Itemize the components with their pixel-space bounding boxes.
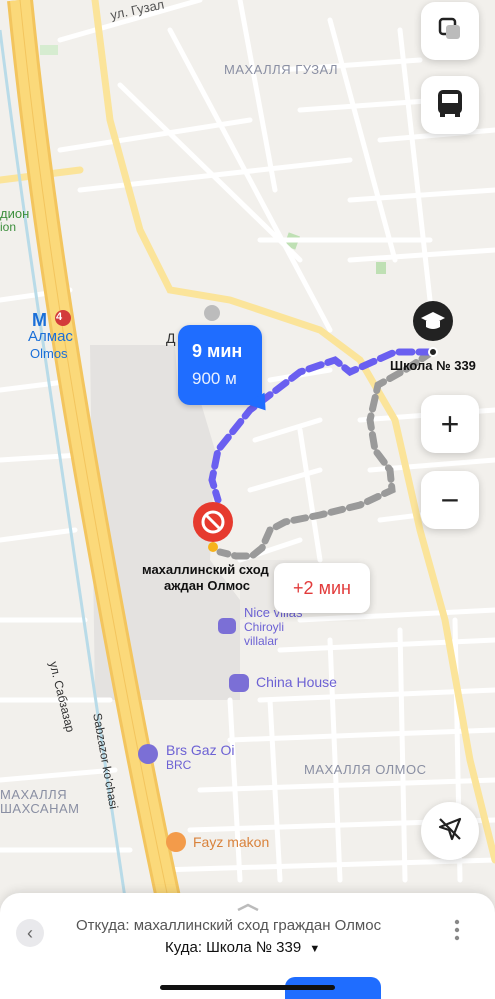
svg-text:M: M xyxy=(32,310,47,330)
zoom-out-button[interactable]: − xyxy=(421,471,479,529)
district-label: МАХАЛЛЯ ОЛМОС xyxy=(304,762,427,777)
to-label: Куда: Школа № 339 xyxy=(165,939,302,956)
poi-label: Chiroyli xyxy=(244,620,285,634)
destination-label: Школа № 339 xyxy=(390,358,476,373)
bus-icon xyxy=(434,87,466,124)
cafe-icon xyxy=(166,832,186,852)
poi-label[interactable]: Fayz makon xyxy=(193,834,269,850)
back-button[interactable]: ‹ xyxy=(16,919,44,947)
district-label: МАХАЛЛЯ ГУЗАЛ xyxy=(224,62,339,77)
more-icon[interactable] xyxy=(454,919,464,946)
sheet-handle[interactable] xyxy=(236,898,260,912)
poi-sublabel: BRC xyxy=(166,758,192,772)
poi-icon xyxy=(204,305,220,321)
poi-label[interactable]: Brs Gaz Oi xyxy=(166,742,234,758)
route-sheet[interactable]: ‹ Откуда: махаллинский сход граждан Олмо… xyxy=(0,893,495,999)
briefcase-icon xyxy=(218,618,236,634)
minus-icon: − xyxy=(440,481,460,518)
poi-label: villalar xyxy=(244,634,279,648)
stadium-label: дион xyxy=(0,206,30,221)
alt-route-time: +2 мин xyxy=(293,577,351,598)
plus-icon: + xyxy=(440,405,460,442)
fuel-icon xyxy=(138,744,158,764)
location-arrow-off-icon xyxy=(436,815,464,848)
route-time: 9 мин xyxy=(192,341,243,361)
zoom-in-button[interactable]: + xyxy=(421,395,479,453)
poi-label[interactable]: China House xyxy=(256,674,337,690)
layers-icon xyxy=(437,16,463,47)
stadium-sublabel: ion xyxy=(0,220,17,234)
route-info-bubble[interactable]: 9 мин 900 м xyxy=(178,325,273,418)
briefcase-icon xyxy=(229,674,249,692)
origin-label: махаллинский сход xyxy=(142,562,269,577)
to-field[interactable]: Куда: Школа № 339 ▼ xyxy=(165,939,320,956)
alt-route-badge[interactable]: +2 мин xyxy=(274,563,370,613)
metro-name-uz: Olmos xyxy=(30,346,68,361)
chevron-left-icon: ‹ xyxy=(27,922,33,943)
dropdown-arrow-icon: ▼ xyxy=(309,943,321,955)
layers-button[interactable] xyxy=(421,2,479,60)
district-label: МАХАЛЛЯ ШАХСАНАМ xyxy=(0,787,80,816)
home-indicator xyxy=(160,985,335,990)
route-distance: 900 м xyxy=(192,369,237,388)
metro-line-number: 4 xyxy=(56,311,63,323)
destination-pin[interactable] xyxy=(413,301,453,357)
transit-button[interactable] xyxy=(421,76,479,134)
from-field[interactable]: Откуда: махаллинский сход граждан Олмос xyxy=(76,917,381,934)
metro-name[interactable]: Алмас xyxy=(28,328,73,345)
origin-label-line2: аждан Олмос xyxy=(164,578,251,593)
poi-label: Д xyxy=(166,330,176,346)
my-location-button[interactable] xyxy=(421,802,479,860)
